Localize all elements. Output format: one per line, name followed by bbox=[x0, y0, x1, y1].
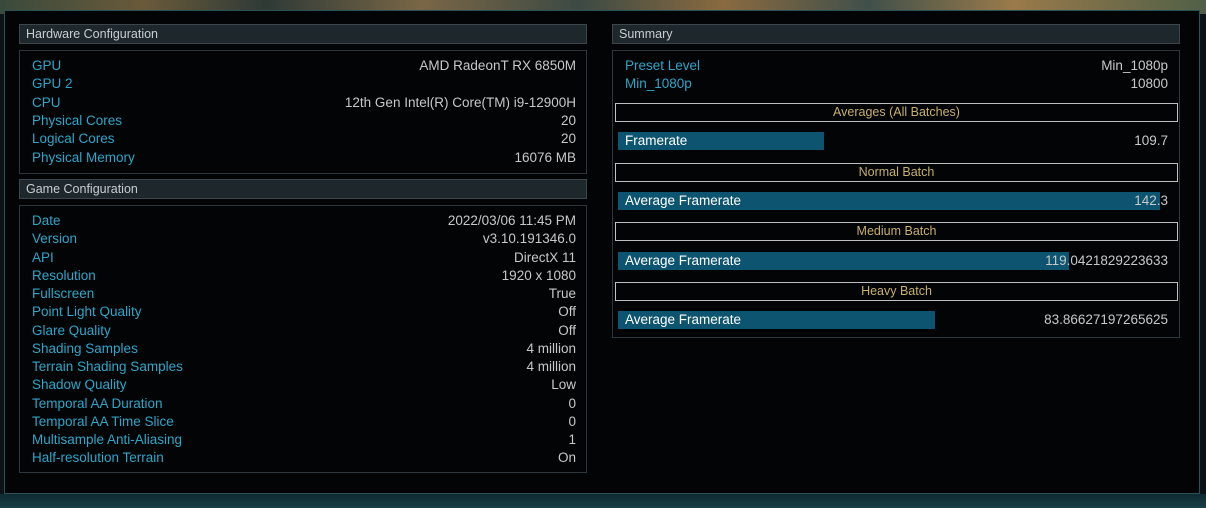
game-config-row: Fullscreen True bbox=[32, 285, 576, 303]
framerate-bar-row: Average Framerate 119.0421829223633 bbox=[618, 252, 1168, 270]
game-config-row-value: Low bbox=[551, 377, 576, 393]
game-config-row: Point Light Quality Off bbox=[32, 303, 576, 321]
hardware-config-header: Hardware Configuration bbox=[19, 24, 587, 44]
summary-header: Summary bbox=[612, 24, 1180, 44]
game-config-row-label: Resolution bbox=[32, 267, 96, 283]
hardware-config-title: Hardware Configuration bbox=[26, 27, 159, 41]
batch-section-heading: Averages (All Batches) bbox=[615, 103, 1178, 122]
game-config-row-label: Temporal AA Duration bbox=[32, 395, 163, 411]
game-config-row-label: Date bbox=[32, 213, 61, 228]
framerate-bar-row: Average Framerate 83.86627197265625 bbox=[618, 311, 1168, 329]
game-config-header: Game Configuration bbox=[19, 179, 587, 199]
hardware-row-label: Logical Cores bbox=[32, 131, 115, 147]
framerate-value: 109.7 bbox=[1134, 133, 1168, 148]
game-config-row: Multisample Anti-Aliasing 1 bbox=[32, 431, 576, 449]
summary-row-label: Preset Level bbox=[625, 58, 701, 73]
game-config-row: Shading Samples 4 million bbox=[32, 340, 576, 358]
framerate-bar-row: Average Framerate 142.3 bbox=[618, 192, 1168, 210]
framerate-label: Average Framerate bbox=[625, 253, 742, 268]
hardware-row-value: AMD RadeonT RX 6850M bbox=[419, 58, 576, 73]
hardware-row-label: Physical Cores bbox=[32, 112, 123, 128]
summary-row-value: Min_1080p bbox=[1101, 58, 1168, 73]
summary-row: Preset Level Min_1080p bbox=[625, 57, 1168, 75]
hardware-row: Physical Cores 20 bbox=[32, 112, 576, 130]
game-config-title: Game Configuration bbox=[26, 182, 138, 196]
hardware-row: GPU AMD RadeonT RX 6850M bbox=[32, 57, 576, 75]
game-config-row: Resolution 1920 x 1080 bbox=[32, 267, 576, 285]
framerate-label: Framerate bbox=[625, 133, 688, 148]
framerate-bar-row: Framerate 109.7 bbox=[618, 132, 1168, 150]
game-config-row-value: Off bbox=[558, 322, 576, 338]
batch-section-heading: Normal Batch bbox=[615, 163, 1178, 182]
hardware-row: GPU 2 bbox=[32, 75, 576, 93]
hardware-row: CPU 12th Gen Intel(R) Core(TM) i9-12900H bbox=[32, 94, 576, 112]
game-config-row-label: Fullscreen bbox=[32, 286, 95, 301]
game-config-row-label: Half-resolution Terrain bbox=[32, 450, 164, 466]
game-config-row-label: Terrain Shading Samples bbox=[32, 359, 183, 374]
framerate-value: 142.3 bbox=[1134, 193, 1168, 208]
summary-title: Summary bbox=[619, 27, 673, 41]
hardware-row-label: Physical Memory bbox=[32, 149, 135, 165]
game-config-row: Version v3.10.191346.0 bbox=[32, 230, 576, 248]
hardware-row-label: CPU bbox=[32, 94, 61, 110]
game-config-row-value: 0 bbox=[568, 413, 576, 429]
hardware-row-label: GPU 2 bbox=[32, 76, 73, 92]
summary-row-value: 10800 bbox=[1130, 76, 1168, 91]
bottom-glow bbox=[0, 494, 1206, 508]
game-config-row-label: Multisample Anti-Aliasing bbox=[32, 432, 183, 447]
game-config-row-value: 1920 x 1080 bbox=[501, 267, 576, 283]
hardware-row: Physical Memory 16076 MB bbox=[32, 149, 576, 167]
hardware-row: Logical Cores 20 bbox=[32, 130, 576, 148]
game-config-row: Glare Quality Off bbox=[32, 322, 576, 340]
game-config-row-label: Shading Samples bbox=[32, 340, 138, 356]
game-config-row-label: Glare Quality bbox=[32, 322, 111, 338]
game-config-row-label: Version bbox=[32, 231, 78, 247]
hardware-row-value: 20 bbox=[560, 112, 576, 128]
game-config-row: Date 2022/03/06 11:45 PM bbox=[32, 212, 576, 230]
game-config-row-value: v3.10.191346.0 bbox=[482, 231, 576, 247]
game-config-row-value: 4 million bbox=[526, 359, 576, 374]
game-config-row-value: Off bbox=[558, 304, 576, 320]
framerate-label: Average Framerate bbox=[625, 193, 742, 208]
framerate-value: 83.86627197265625 bbox=[1044, 312, 1168, 327]
game-config-row: Half-resolution Terrain On bbox=[32, 449, 576, 467]
game-config-row: Terrain Shading Samples 4 million bbox=[32, 358, 576, 376]
game-config-row: Temporal AA Duration 0 bbox=[32, 395, 576, 413]
summary-row: Min_1080p 10800 bbox=[625, 75, 1168, 93]
game-config-row-label: API bbox=[32, 249, 54, 265]
framerate-label: Average Framerate bbox=[625, 312, 742, 327]
hardware-row-label: GPU bbox=[32, 58, 62, 73]
hardware-row-value: 16076 MB bbox=[514, 149, 576, 165]
game-config-row-label: Point Light Quality bbox=[32, 304, 142, 320]
game-config-row-value: 2022/03/06 11:45 PM bbox=[447, 213, 576, 228]
game-config-row: Temporal AA Time Slice 0 bbox=[32, 413, 576, 431]
game-config-row: API DirectX 11 bbox=[32, 249, 576, 267]
game-config-row-value: DirectX 11 bbox=[513, 249, 576, 265]
framerate-value: 119.0421829223633 bbox=[1045, 253, 1168, 268]
batch-section-heading: Medium Batch bbox=[615, 222, 1178, 241]
game-config-row-value: True bbox=[548, 286, 576, 301]
game-config-row-value: 4 million bbox=[526, 340, 576, 356]
game-config-row-value: 0 bbox=[568, 395, 576, 411]
game-config-row-value: On bbox=[557, 450, 576, 466]
hardware-row-value: 20 bbox=[560, 131, 576, 147]
batch-section-heading: Heavy Batch bbox=[615, 282, 1178, 301]
game-config-row-value: 1 bbox=[568, 432, 576, 447]
hardware-row-value: 12th Gen Intel(R) Core(TM) i9-12900H bbox=[344, 94, 576, 110]
game-config-row-label: Temporal AA Time Slice bbox=[32, 413, 174, 429]
game-config-row: Shadow Quality Low bbox=[32, 376, 576, 394]
game-config-row-label: Shadow Quality bbox=[32, 377, 127, 393]
summary-row-label: Min_1080p bbox=[625, 76, 692, 91]
